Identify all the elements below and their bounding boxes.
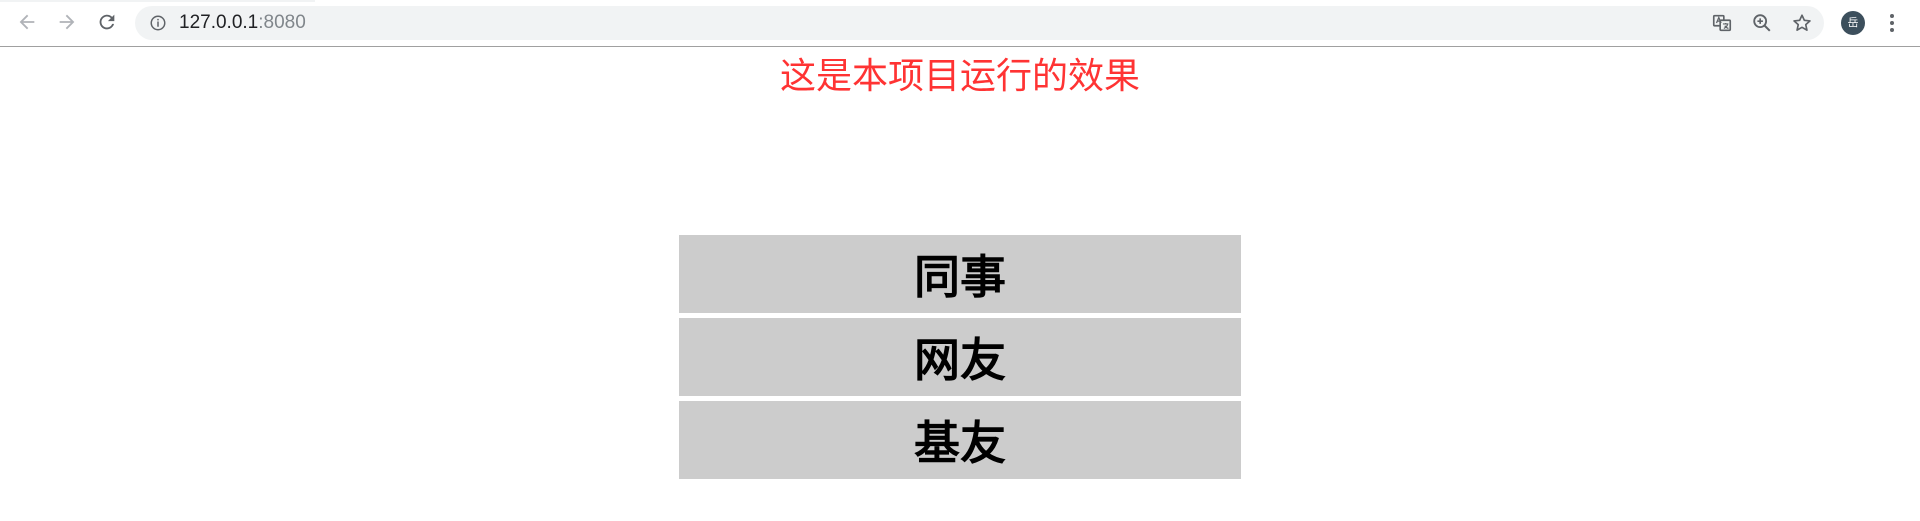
url-text[interactable]: 127.0.0.1:8080 — [179, 13, 306, 33]
list-item-colleagues[interactable]: 同事 — [679, 235, 1241, 313]
list-item-buddies[interactable]: 基友 — [679, 401, 1241, 479]
reload-button[interactable] — [92, 7, 122, 37]
category-list: 同事 网友 基友 — [679, 235, 1241, 484]
zoom-in-icon[interactable] — [1751, 12, 1773, 34]
browser-toolbar: 127.0.0.1:8080 岳 — [0, 0, 1920, 47]
tab-strip-edge — [0, 0, 315, 2]
star-icon[interactable] — [1791, 12, 1813, 34]
url-port: :8080 — [258, 12, 306, 33]
profile-avatar[interactable]: 岳 — [1841, 11, 1865, 35]
info-icon[interactable] — [149, 14, 167, 32]
kebab-menu-icon[interactable] — [1880, 11, 1904, 35]
address-bar[interactable]: 127.0.0.1:8080 — [135, 6, 1824, 40]
list-item-netfriends[interactable]: 网友 — [679, 318, 1241, 396]
arrow-right-icon — [59, 14, 75, 30]
reload-icon — [99, 14, 115, 30]
back-button[interactable] — [12, 7, 42, 37]
translate-icon[interactable] — [1711, 12, 1733, 34]
arrow-left-icon — [19, 14, 35, 30]
url-host: 127.0.0.1 — [179, 12, 259, 33]
page-heading: 这是本项目运行的效果 — [779, 56, 1140, 97]
forward-button[interactable] — [52, 7, 82, 37]
